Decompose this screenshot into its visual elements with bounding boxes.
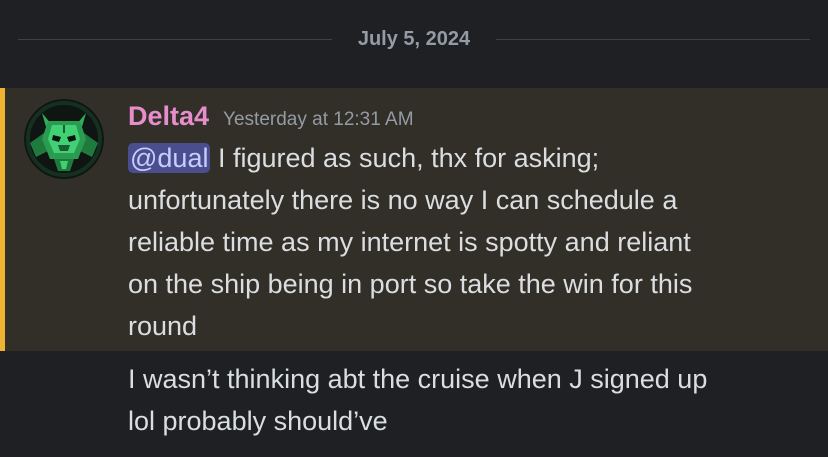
message-header: Delta4 Yesterday at 12:31 AM: [128, 99, 414, 133]
divider-line-left: [18, 39, 332, 40]
message-line: reliable time as my internet is spotty a…: [128, 227, 691, 257]
message-line: lol probably should’ve: [128, 406, 388, 436]
message-line: unfortunately there is no way I can sche…: [128, 185, 678, 215]
message-line: I wasn’t thinking abt the cruise when J …: [128, 364, 708, 394]
divider-date: July 5, 2024: [357, 28, 471, 50]
author-username[interactable]: Delta4: [128, 101, 209, 131]
date-divider: July 5, 2024: [0, 0, 828, 78]
divider-line-right: [496, 39, 810, 40]
message-timestamp[interactable]: Yesterday at 12:31 AM: [223, 109, 413, 130]
user-avatar[interactable]: [24, 99, 104, 179]
message-content: @dual I figured as such, thx for asking;…: [128, 137, 798, 347]
message-followup[interactable]: I wasn’t thinking abt the cruise when J …: [0, 351, 828, 457]
robot-avatar-icon: [24, 99, 104, 179]
mention-highlight-bar: [0, 88, 5, 351]
message-line-text: I figured as such, thx for asking;: [217, 143, 600, 173]
message-mentioned[interactable]: Delta4 Yesterday at 12:31 AM @dual I figu…: [0, 88, 828, 351]
user-mention[interactable]: @dual: [128, 143, 211, 173]
message-content: I wasn’t thinking abt the cruise when J …: [128, 358, 798, 442]
message-line: @dual I figured as such, thx for asking;: [128, 137, 798, 179]
message-line: round: [128, 311, 198, 341]
message-line: on the ship being in port so take the wi…: [128, 269, 693, 299]
